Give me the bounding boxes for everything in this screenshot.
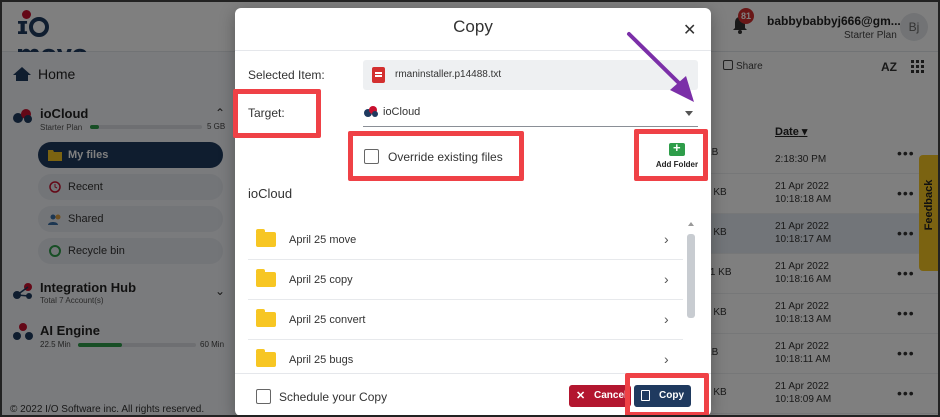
screenshot-frame: ɪmovo 81 babbybabbyj666@gm... Starter Pl… (0, 0, 940, 417)
annotation-arrow (627, 32, 694, 102)
